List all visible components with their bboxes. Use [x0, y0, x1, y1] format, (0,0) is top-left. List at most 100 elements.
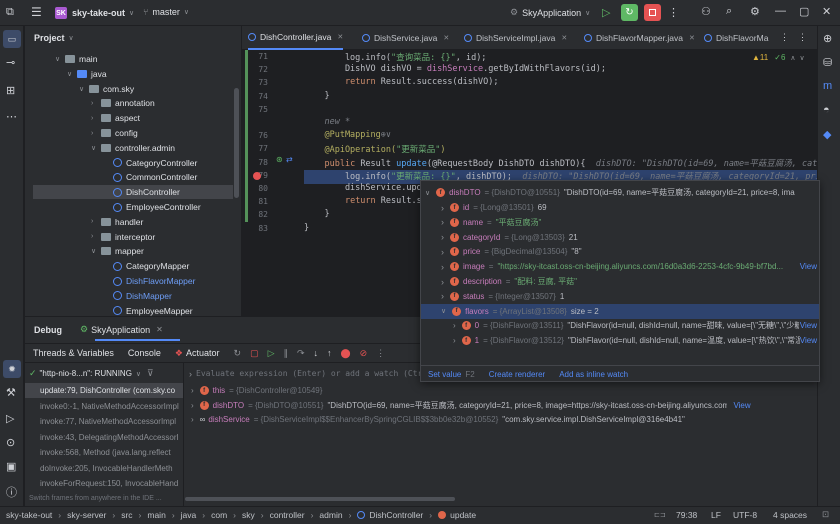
- breakpoint-icon[interactable]: [253, 172, 261, 180]
- stack-frame[interactable]: update:79, DishController (com.sky.co: [25, 383, 183, 398]
- chevron-down-icon[interactable]: ∨: [55, 55, 65, 63]
- code-line[interactable]: }: [304, 223, 309, 237]
- memory-icon[interactable]: ⊏⊐: [654, 511, 666, 519]
- tree-item[interactable]: DishFlavorMapper: [103, 274, 195, 288]
- readonly-lock-icon[interactable]: ⊡: [822, 509, 829, 520]
- popup-field-row[interactable]: › f image = "https://sky-itcast.oss-cn-beiji…: [421, 259, 819, 274]
- caret-position[interactable]: 79:38: [676, 510, 697, 520]
- variable-row[interactable]: › f dishDTO = {DishDTO@10551} "DishDTO(id=69…: [191, 398, 811, 413]
- branch-selector[interactable]: ⑂ master ∨: [143, 7, 189, 17]
- tree-item[interactable]: › aspect: [91, 111, 140, 125]
- project-selector[interactable]: SK sky-take-out ∨: [55, 7, 134, 19]
- view-link[interactable]: View: [800, 262, 817, 271]
- code-line[interactable]: return Result.success(dishVO);: [304, 77, 499, 91]
- chevron-right-icon[interactable]: ›: [441, 291, 444, 301]
- stack-frame[interactable]: invoke:568, Method (java.lang.reflect: [25, 445, 183, 460]
- code-line[interactable]: new *: [304, 117, 350, 131]
- chevron-down-icon[interactable]: ∨: [425, 189, 430, 197]
- inline-watch-link[interactable]: Add as inline watch: [559, 370, 628, 379]
- step-out-icon[interactable]: ↑: [327, 348, 332, 358]
- tabs-overflow-icon[interactable]: ⋮: [780, 32, 789, 43]
- file-encoding[interactable]: UTF-8: [733, 510, 757, 520]
- settings-gear-icon[interactable]: ⚙: [750, 5, 760, 18]
- chevron-down-icon[interactable]: ∨: [800, 54, 805, 62]
- popup-field-row[interactable]: › f status = {Integer@13507} 1: [421, 289, 819, 304]
- search-icon[interactable]: ⌕: [726, 5, 732, 18]
- close-icon[interactable]: ✕: [156, 325, 163, 334]
- spring-mapping-icon[interactable]: ⊛: [276, 155, 283, 164]
- popup-field-row[interactable]: › f name = "平菇豆腐汤": [421, 215, 819, 230]
- more-tools-icon[interactable]: ⋯: [6, 110, 17, 123]
- tree-scrollbar[interactable]: [234, 88, 239, 198]
- database-icon[interactable]: ⛁: [823, 56, 832, 69]
- breadcrumb-item[interactable]: sky-server: [67, 510, 106, 520]
- view-breakpoints-icon[interactable]: ⬤: [341, 348, 351, 359]
- popup-child-row[interactable]: › f 0 = {DishFlavor@13511} "DishFlavor(id=nu…: [421, 318, 819, 333]
- inspection-widget[interactable]: ▲11 ✓6 ∧ ∨: [752, 53, 805, 62]
- stop-debug-icon[interactable]: ▢: [250, 348, 259, 359]
- breadcrumb-item[interactable]: controller: [270, 510, 305, 520]
- breadcrumb-item[interactable]: admin: [319, 510, 342, 520]
- debug-more-icon[interactable]: ⋮: [376, 348, 385, 359]
- chevron-down-icon[interactable]: ∨: [91, 247, 101, 255]
- chevron-right-icon[interactable]: ›: [441, 277, 444, 287]
- debug-rerun-icon[interactable]: ↻: [621, 4, 638, 21]
- chevron-right-icon[interactable]: ›: [91, 218, 101, 225]
- close-icon[interactable]: ✕: [689, 34, 695, 42]
- chevron-down-icon[interactable]: ∨: [79, 85, 89, 93]
- evaluate-bar[interactable]: › Evaluate expression (Enter) or add a w…: [189, 366, 439, 381]
- tree-item[interactable]: DishController: [33, 185, 233, 200]
- chevron-down-icon[interactable]: ∨: [91, 144, 101, 152]
- tree-item[interactable]: ∨ java: [67, 67, 107, 81]
- code-line[interactable]: public Result update(@RequestBody DishDT…: [304, 157, 817, 171]
- tree-item[interactable]: CategoryMapper: [103, 259, 189, 273]
- editor-tab[interactable]: DishServiceImpl.java ✕: [464, 26, 567, 50]
- run-icon[interactable]: ▷: [602, 6, 610, 19]
- breadcrumb-item[interactable]: src: [121, 510, 132, 520]
- resume-icon[interactable]: ▷: [268, 348, 275, 359]
- chevron-right-icon[interactable]: ›: [91, 130, 101, 137]
- endpoint-icon[interactable]: ⇄: [286, 155, 293, 164]
- breadcrumb-item[interactable]: com: [211, 510, 227, 520]
- breadcrumb-item[interactable]: sky-take-out: [6, 510, 52, 520]
- close-icon[interactable]: ✕: [443, 34, 449, 42]
- close-icon[interactable]: ✕: [822, 5, 831, 18]
- rerun-icon[interactable]: ↻: [234, 348, 242, 359]
- code-line[interactable]: @ApiOperation("更新菜品"): [304, 143, 445, 157]
- chevron-right-icon[interactable]: ›: [91, 233, 101, 240]
- popup-field-row[interactable]: › f id = {Long@13501} 69: [421, 200, 819, 215]
- maven-icon[interactable]: m: [823, 80, 832, 92]
- tree-item[interactable]: ∨ com.sky: [79, 82, 134, 96]
- add-user-icon[interactable]: ⚇: [701, 5, 711, 18]
- debug-config-tab[interactable]: SkyApplication: [91, 325, 150, 335]
- breadcrumb-item[interactable]: main: [147, 510, 165, 520]
- popup-child-row[interactable]: › f 1 = {DishFlavor@13512} "DishFlavor(id=nu…: [421, 333, 819, 348]
- popup-field-row[interactable]: › f description = "配料: 豆腐, 平菇": [421, 274, 819, 289]
- tab-threads-variables[interactable]: Threads & Variables: [33, 348, 114, 358]
- tree-item[interactable]: CommonController: [103, 170, 197, 184]
- debug-tool-icon[interactable]: ✹: [3, 360, 21, 378]
- tree-item[interactable]: EmployeeController: [103, 200, 201, 214]
- chevron-right-icon[interactable]: ›: [91, 100, 101, 107]
- plugin-icon[interactable]: ◆: [823, 128, 831, 141]
- tree-item[interactable]: CategoryController: [103, 156, 197, 170]
- run-config-selector[interactable]: ⚙ SkyApplication ∨: [510, 7, 590, 18]
- chevron-right-icon[interactable]: ›: [441, 247, 444, 257]
- breadcrumb-item[interactable]: DishController: [369, 510, 423, 520]
- chevron-right-icon[interactable]: ›: [191, 415, 194, 424]
- code-line[interactable]: DishVO dishVO = dishService.getByIdWithF…: [304, 64, 606, 78]
- structure-tool-icon[interactable]: ⊞: [6, 84, 15, 97]
- popup-field-row[interactable]: › f categoryId = {Long@13503} 21: [421, 230, 819, 245]
- maximize-icon[interactable]: ▢: [799, 5, 809, 18]
- code-line[interactable]: }: [304, 91, 329, 105]
- chevron-right-icon[interactable]: ›: [191, 401, 194, 410]
- variable-row[interactable]: › f this = {DishController@10549}: [191, 383, 811, 398]
- close-icon[interactable]: ✕: [561, 34, 567, 42]
- editor-tab[interactable]: DishFlavorMa: [704, 26, 768, 50]
- step-into-icon[interactable]: ↓: [314, 348, 319, 358]
- tree-item[interactable]: › handler: [91, 215, 143, 229]
- chevron-right-icon[interactable]: ›: [91, 115, 101, 122]
- popup-field-row[interactable]: › f price = {BigDecimal@13504} "8": [421, 244, 819, 259]
- split-divider[interactable]: [183, 363, 184, 507]
- tree-item[interactable]: › interceptor: [91, 230, 155, 244]
